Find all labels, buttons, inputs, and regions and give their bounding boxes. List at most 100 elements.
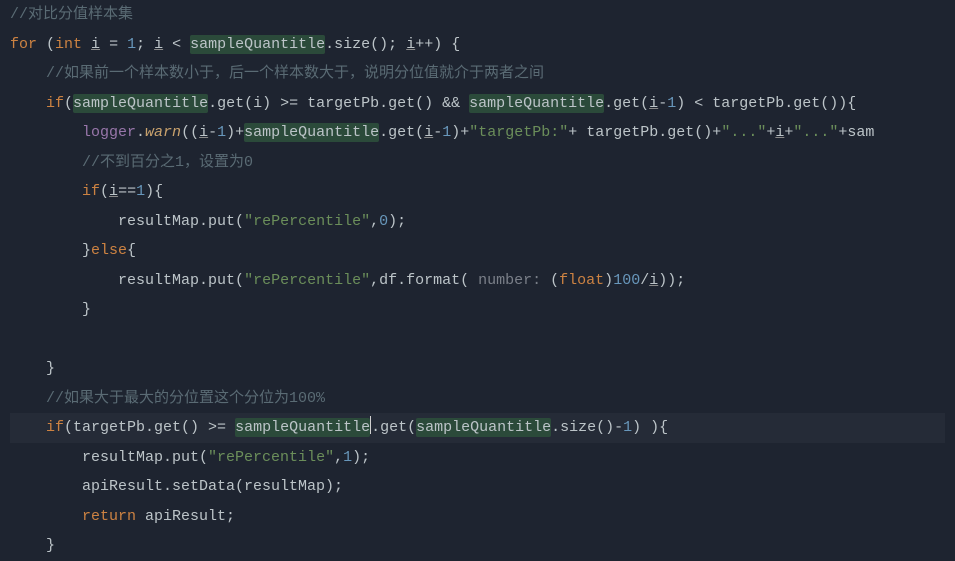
code-token: == (118, 183, 136, 200)
indent (10, 419, 46, 436)
code-token: .get(i) >= targetPb.get() && (208, 95, 469, 112)
indent (10, 213, 118, 230)
code-token: 1 (136, 183, 145, 200)
code-line[interactable]: if(sampleQuantitle.get(i) >= targetPb.ge… (10, 89, 945, 119)
code-line[interactable]: apiResult.setData(resultMap); (10, 472, 945, 502)
code-line[interactable] (10, 325, 945, 355)
code-token: //如果大于最大的分位置这个分位为100% (46, 390, 325, 407)
code-token: } (82, 301, 91, 318)
code-line[interactable]: resultMap.put("rePercentile",0); (10, 207, 945, 237)
code-token: else (91, 242, 127, 259)
code-token: if (82, 183, 100, 200)
code-line[interactable]: return apiResult; (10, 502, 945, 532)
code-token: "rePercentile" (244, 213, 370, 230)
indent (10, 390, 46, 407)
code-token: ); (352, 449, 370, 466)
code-token: resultMap (118, 272, 199, 289)
code-token: ; (136, 36, 154, 53)
code-line[interactable]: //对比分值样本集 (10, 0, 945, 30)
code-line[interactable]: if(i==1){ (10, 177, 945, 207)
indent (10, 242, 82, 259)
code-line[interactable]: //如果前一个样本数小于，后一个样本数大于，说明分位值就介于两者之间 (10, 59, 945, 89)
code-token: } (82, 242, 91, 259)
code-line[interactable]: logger.warn((i-1)+sampleQuantitle.get(i-… (10, 118, 945, 148)
code-token: 1 (127, 36, 136, 53)
code-editor[interactable]: //对比分值样本集for (int i = 1; i < sampleQuant… (10, 0, 945, 561)
code-token: )+ (451, 124, 469, 141)
code-token: 1 (442, 124, 451, 141)
code-token: < (163, 36, 190, 53)
code-token: ( (64, 95, 73, 112)
code-token: sampleQuantitle (73, 94, 208, 113)
code-token: 0 (379, 213, 388, 230)
code-token: if (46, 95, 64, 112)
code-token: ( (550, 272, 559, 289)
code-token: ++) { (415, 36, 460, 53)
indent (10, 154, 82, 171)
code-token: apiResult (145, 508, 226, 525)
code-token: .size(); (325, 36, 406, 53)
code-token: / (640, 272, 649, 289)
code-token: .size()- (551, 419, 623, 436)
code-token: = (100, 36, 127, 53)
code-token: i (775, 124, 784, 141)
code-token: if (46, 419, 64, 436)
code-token: .get( (604, 95, 649, 112)
code-token: .put( (163, 449, 208, 466)
code-token: )); (658, 272, 685, 289)
code-token: ) ){ (632, 419, 668, 436)
code-token: sampleQuantitle (235, 418, 370, 437)
code-line[interactable]: for (int i = 1; i < sampleQuantitle.size… (10, 30, 945, 60)
code-line[interactable]: //不到百分之1，设置为0 (10, 148, 945, 178)
code-token: sampleQuantitle (469, 94, 604, 113)
code-token: for (10, 36, 46, 53)
code-token: //不到百分之1，设置为0 (82, 154, 253, 171)
code-line[interactable]: resultMap.put("rePercentile",df.format( … (10, 266, 945, 296)
code-line[interactable]: //如果大于最大的分位置这个分位为100% (10, 384, 945, 414)
code-token: + targetPb.get()+ (568, 124, 721, 141)
code-token: ){ (145, 183, 163, 200)
code-token: , (370, 213, 379, 230)
code-token: 1 (343, 449, 352, 466)
code-token: "rePercentile" (208, 449, 334, 466)
code-token: i (649, 95, 658, 112)
code-token: i (649, 272, 658, 289)
code-token: i (109, 183, 118, 200)
code-token: (targetPb.get() >= (64, 419, 235, 436)
code-token: int (55, 36, 91, 53)
code-token: 1 (623, 419, 632, 436)
code-token: //如果前一个样本数小于，后一个样本数大于，说明分位值就介于两者之间 (46, 65, 544, 82)
code-token: sampleQuantitle (190, 35, 325, 54)
code-token: logger (82, 124, 136, 141)
code-token: i (91, 36, 100, 53)
code-line[interactable]: if(targetPb.get() >= sampleQuantitle.get… (10, 413, 945, 443)
code-token: i (406, 36, 415, 53)
code-token: + (766, 124, 775, 141)
code-token: 1 (217, 124, 226, 141)
code-token: float (559, 272, 604, 289)
code-token: //对比分值样本集 (10, 6, 133, 23)
indent (10, 183, 82, 200)
code-token: { (127, 242, 136, 259)
code-line[interactable]: } (10, 295, 945, 325)
code-line[interactable]: } (10, 354, 945, 384)
code-token: return (82, 508, 145, 525)
code-token: resultMap (118, 213, 199, 230)
code-token: 1 (667, 95, 676, 112)
code-token: , (334, 449, 343, 466)
indent (10, 478, 82, 495)
indent (10, 301, 82, 318)
code-line[interactable]: }else{ (10, 236, 945, 266)
code-token: - (208, 124, 217, 141)
code-token: } (46, 360, 55, 377)
indent (10, 508, 82, 525)
code-token: warn (145, 124, 181, 141)
code-token: (( (181, 124, 199, 141)
code-token: i (154, 36, 163, 53)
code-token: sampleQuantitle (244, 123, 379, 142)
code-token: . (136, 124, 145, 141)
code-line[interactable]: resultMap.put("rePercentile",1); (10, 443, 945, 473)
code-token: .setData(resultMap); (163, 478, 343, 495)
code-token: .get( (379, 124, 424, 141)
code-token: - (658, 95, 667, 112)
